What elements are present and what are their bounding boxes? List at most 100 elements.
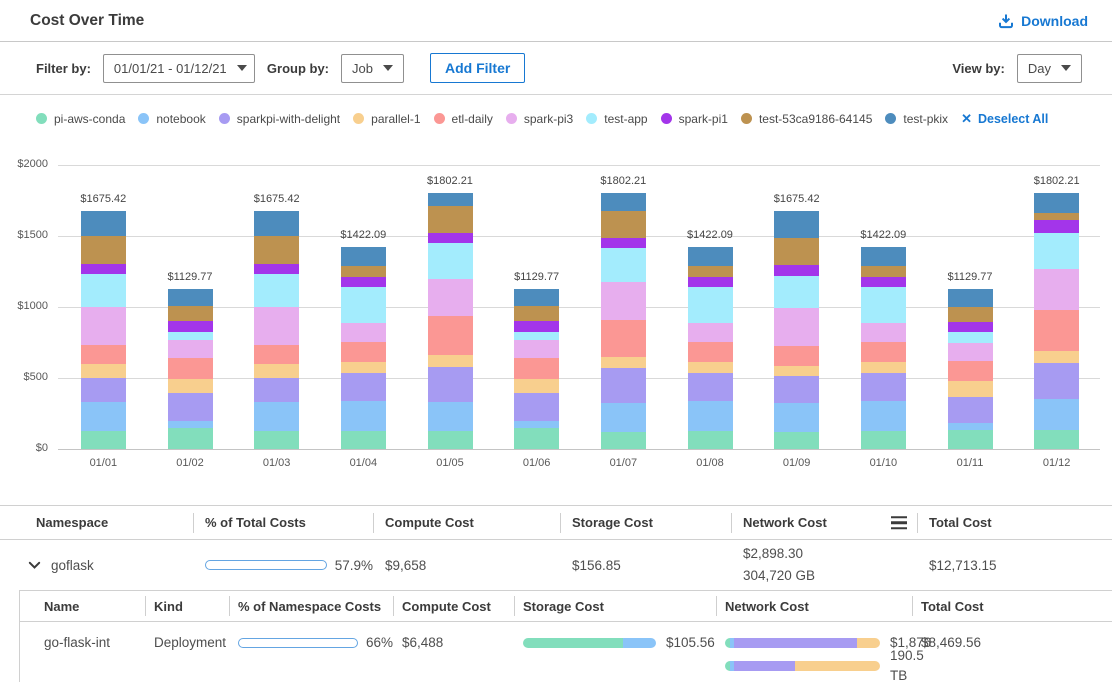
bar-segment[interactable]	[514, 393, 559, 421]
bar-segment[interactable]	[168, 428, 213, 449]
col-kind[interactable]: Kind	[145, 599, 229, 614]
bar-segment[interactable]	[81, 264, 126, 275]
bar-segment[interactable]	[688, 362, 733, 373]
bar-segment[interactable]	[341, 266, 386, 277]
bar-segment[interactable]	[861, 247, 906, 266]
download-button[interactable]: Download	[998, 13, 1088, 29]
bar-segment[interactable]	[428, 193, 473, 206]
bar-segment[interactable]	[428, 367, 473, 403]
bar-segment[interactable]	[81, 274, 126, 307]
deselect-all-button[interactable]: ✕ Deselect All	[961, 112, 1048, 126]
bar-segment[interactable]	[774, 211, 819, 238]
bar-segment[interactable]	[861, 277, 906, 286]
col-compute-cost[interactable]: Compute Cost	[393, 599, 514, 614]
stacked-bar[interactable]	[774, 211, 819, 449]
bar-segment[interactable]	[341, 323, 386, 342]
bar-segment[interactable]	[774, 346, 819, 366]
stacked-bar[interactable]	[168, 289, 213, 449]
bar-segment[interactable]	[948, 423, 993, 430]
bar-segment[interactable]	[428, 355, 473, 366]
bar-segment[interactable]	[168, 332, 213, 340]
group-by-select[interactable]: Job	[341, 54, 404, 83]
col-compute-cost[interactable]: Compute Cost	[373, 515, 560, 530]
stacked-bar[interactable]	[601, 193, 646, 449]
bar-segment[interactable]	[81, 236, 126, 264]
bar-segment[interactable]	[341, 373, 386, 401]
bar-segment[interactable]	[948, 430, 993, 449]
bar-segment[interactable]	[1034, 193, 1079, 213]
bar-segment[interactable]	[688, 373, 733, 401]
bar-segment[interactable]	[254, 378, 299, 402]
bar-segment[interactable]	[1034, 363, 1079, 400]
bar-segment[interactable]	[514, 421, 559, 429]
bar-segment[interactable]	[168, 321, 213, 332]
legend-item[interactable]: test-pkix	[885, 112, 948, 126]
bar-segment[interactable]	[428, 402, 473, 430]
bar-segment[interactable]	[774, 366, 819, 377]
bar-segment[interactable]	[861, 342, 906, 362]
bar-segment[interactable]	[861, 323, 906, 342]
bar-segment[interactable]	[601, 238, 646, 248]
col-storage-cost[interactable]: Storage Cost	[514, 599, 716, 614]
chevron-down-icon[interactable]	[28, 561, 41, 570]
col-storage-cost[interactable]: Storage Cost	[560, 515, 731, 530]
bar-segment[interactable]	[341, 287, 386, 324]
col-total-cost[interactable]: Total Cost	[912, 599, 1112, 614]
bar-segment[interactable]	[688, 247, 733, 266]
bar-segment[interactable]	[1034, 233, 1079, 269]
menu-icon[interactable]	[891, 516, 907, 530]
col-pct-total-costs[interactable]: % of Total Costs	[193, 515, 373, 530]
bar-segment[interactable]	[601, 248, 646, 281]
bar-segment[interactable]	[168, 421, 213, 429]
col-namespace[interactable]: Namespace	[0, 515, 193, 530]
bar-segment[interactable]	[688, 342, 733, 362]
legend-item[interactable]: test-53ca9186-64145	[741, 112, 872, 126]
bar-segment[interactable]	[168, 289, 213, 306]
bar-segment[interactable]	[81, 402, 126, 430]
bar-segment[interactable]	[774, 238, 819, 265]
stacked-bar[interactable]	[948, 289, 993, 449]
bar-segment[interactable]	[688, 401, 733, 431]
legend-item[interactable]: parallel-1	[353, 112, 420, 126]
bar-segment[interactable]	[514, 289, 559, 306]
view-by-select[interactable]: Day	[1017, 54, 1082, 83]
col-total-cost[interactable]: Total Cost	[917, 515, 1112, 530]
bar-segment[interactable]	[601, 368, 646, 403]
bar-segment[interactable]	[861, 362, 906, 373]
bar-segment[interactable]	[774, 376, 819, 403]
bar-segment[interactable]	[601, 193, 646, 211]
bar-segment[interactable]	[514, 358, 559, 379]
bar-segment[interactable]	[341, 277, 386, 286]
bar-segment[interactable]	[861, 431, 906, 449]
bar-segment[interactable]	[1034, 399, 1079, 430]
workload-name[interactable]: go-flask-int	[20, 633, 145, 653]
bar-segment[interactable]	[168, 393, 213, 421]
bar-segment[interactable]	[1034, 213, 1079, 220]
bar-segment[interactable]	[428, 431, 473, 449]
bar-segment[interactable]	[948, 322, 993, 333]
bar-segment[interactable]	[601, 211, 646, 239]
legend-item[interactable]: test-app	[586, 112, 647, 126]
bar-segment[interactable]	[1034, 351, 1079, 363]
legend-item[interactable]: spark-pi1	[661, 112, 728, 126]
stacked-bar[interactable]	[861, 247, 906, 449]
bar-segment[interactable]	[341, 431, 386, 449]
bar-segment[interactable]	[514, 332, 559, 340]
namespace-cell[interactable]: goflask	[0, 558, 193, 573]
bar-segment[interactable]	[774, 403, 819, 432]
bar-segment[interactable]	[428, 279, 473, 316]
bar-segment[interactable]	[254, 402, 299, 430]
bar-segment[interactable]	[861, 373, 906, 401]
stacked-bar[interactable]	[1034, 193, 1079, 449]
bar-segment[interactable]	[514, 428, 559, 449]
bar-segment[interactable]	[341, 401, 386, 431]
bar-segment[interactable]	[514, 379, 559, 393]
bar-segment[interactable]	[341, 342, 386, 362]
legend-item[interactable]: notebook	[138, 112, 205, 126]
bar-segment[interactable]	[1034, 430, 1079, 449]
bar-segment[interactable]	[428, 316, 473, 356]
bar-segment[interactable]	[774, 308, 819, 345]
bar-segment[interactable]	[81, 364, 126, 378]
legend-item[interactable]: spark-pi3	[506, 112, 573, 126]
bar-segment[interactable]	[254, 431, 299, 449]
